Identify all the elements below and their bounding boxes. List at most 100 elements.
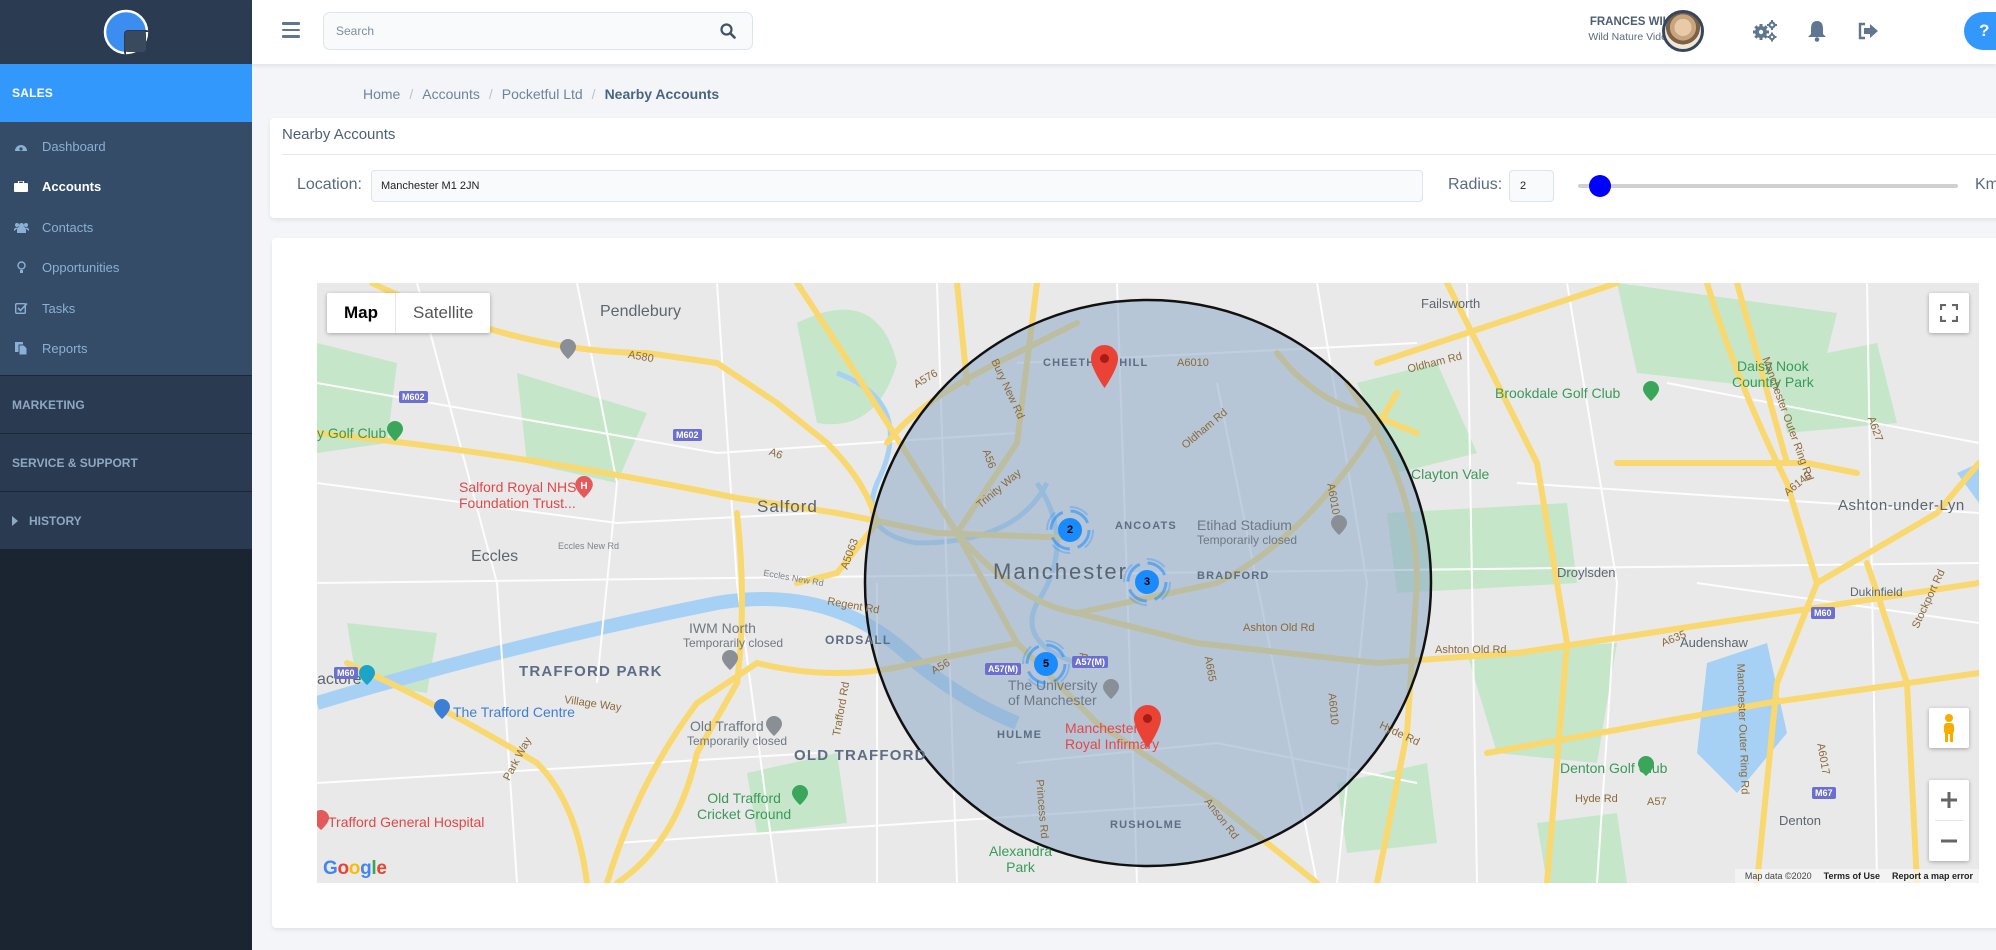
sidebar-item-label: Contacts [42,219,94,235]
map-label: Salford Royal NHS Foundation Trust... [459,479,577,511]
map-label: Temporarily closed [687,734,788,748]
account-marker[interactable] [1133,705,1161,748]
account-marker[interactable] [1090,345,1118,388]
hospital-pin-icon [317,810,329,830]
slider-thumb[interactable] [1589,175,1612,197]
sidebar-group-history[interactable]: HISTORY [0,491,252,549]
settings-icon[interactable] [1752,18,1778,44]
sidebar-item-tasks[interactable]: Tasks [0,288,252,329]
map-label: IWM North [689,620,756,636]
marker-cluster[interactable]: 2 [1046,506,1094,554]
map-label: Alexandra Park [989,843,1053,875]
map-label: Temporarily closed [1197,533,1298,547]
marker-cluster[interactable]: 5 [1022,640,1070,688]
location-input[interactable] [371,170,1423,202]
marker-cluster[interactable]: 3 [1123,558,1171,606]
map[interactable]: Park Golf Club Temporarily closed Pendle… [317,283,1979,883]
lightbulb-icon [12,261,30,275]
breadcrumb-separator: / [488,86,493,102]
cluster-count: 2 [1058,518,1082,542]
help-button[interactable]: ? [1964,12,1996,50]
sidebar-group-label: SERVICE & SUPPORT [12,455,138,470]
road-shield: M602 [673,429,702,441]
menu-icon[interactable] [282,22,300,38]
map-type-control: Map Satellite [327,293,491,333]
logo-icon[interactable] [102,8,150,56]
road-shield: M60 [334,667,358,679]
golf-pin-icon [1643,381,1659,401]
sidebar-item-reports[interactable]: Reports [0,329,252,370]
sidebar-item-opportunities[interactable]: Opportunities [0,248,252,289]
road-label: A6010 [1177,357,1209,369]
map-label: Ashton-under-Lyn [1838,497,1965,514]
sidebar-group-marketing[interactable]: MARKETING [0,375,252,433]
breadcrumb-home[interactable]: Home [363,86,400,102]
logout-icon[interactable] [1855,18,1881,44]
sidebar-section-sales[interactable]: SALES [0,64,252,122]
search-icon[interactable] [720,23,736,44]
slider-track [1578,184,1958,188]
breadcrumb-accounts[interactable]: Accounts [422,86,480,102]
map-label: TRAFFORD PARK [519,663,663,680]
map-label: ANCOATS [1115,520,1177,532]
breadcrumb-separator: / [409,86,414,102]
location-label: Location: [297,176,362,193]
golf-pin-icon [387,421,403,441]
breadcrumb: Home / Accounts / Pocketful Ltd / Nearby Ac… [363,86,719,102]
breadcrumb-separator: / [591,86,596,102]
map-label: Pendlebury [600,303,681,320]
zoom-out-button[interactable] [1929,821,1969,861]
fullscreen-button[interactable] [1929,293,1969,333]
sidebar-item-label: Dashboard [42,138,106,154]
breadcrumb-account[interactable]: Pocketful Ltd [502,86,583,102]
map-type-satellite[interactable]: Satellite [396,293,490,333]
page-title: Nearby Accounts [282,126,396,143]
radius-input[interactable] [1509,170,1554,202]
zoom-in-button[interactable] [1929,780,1969,820]
plus-icon [1941,792,1957,808]
road-shield: M60 [1811,607,1835,619]
map-type-map[interactable]: Map [327,293,396,333]
map-label: ORDSALL [825,633,892,647]
filter-card: Nearby Accounts Location: Radius: Km [270,118,1996,218]
briefcase-icon [12,180,30,194]
shopping-pin-icon [434,699,450,719]
street-view-button[interactable] [1929,708,1969,748]
search-input[interactable] [324,13,704,49]
university-pin-icon [1103,679,1119,699]
road-shield: A57(M) [985,663,1022,675]
cluster-count: 3 [1135,570,1159,594]
bell-icon[interactable] [1804,18,1830,44]
terms-link[interactable]: Terms of Use [1824,871,1880,881]
avatar[interactable] [1662,10,1704,52]
sidebar-item-accounts[interactable]: Accounts [0,167,252,208]
unit-label: Km [1975,176,1996,193]
map-label: Denton [1779,813,1821,828]
road-label: Ashton Old Rd [1243,622,1315,634]
top-bar: FRANCES WILD Wild Nature Videos ? [252,0,1996,64]
radius-slider[interactable] [1578,175,1958,197]
map-label: Droylsden [1557,565,1616,580]
map-label: y Golf Club [317,425,387,441]
caret-right-icon [12,515,18,526]
map-label: Temporarily closed [683,636,784,650]
sidebar-nav: Dashboard Accounts Contacts Opportunitie… [0,122,252,375]
sidebar-group-service-support[interactable]: SERVICE & SUPPORT [0,433,252,491]
stadium-pin-icon [1331,515,1347,535]
help-icon: ? [1979,21,1990,40]
sidebar-item-contacts[interactable]: Contacts [0,207,252,248]
stadium-pin-icon [766,716,782,736]
radius-label: Radius: [1448,176,1503,193]
minus-icon [1941,839,1957,843]
map-label: Etihad Stadium [1197,517,1292,533]
map-label: Salford [757,497,818,516]
zoom-control [1929,780,1969,861]
map-label: Old Trafford [690,718,764,734]
report-error-link[interactable]: Report a map error [1892,871,1973,881]
file-icon [12,342,30,356]
google-logo[interactable]: Google [323,858,387,880]
sidebar: SALES Dashboard Accounts Contacts Opport… [0,0,252,950]
sidebar-item-label: Opportunities [42,260,120,276]
sidebar-item-dashboard[interactable]: Dashboard [0,126,252,167]
road-shield: M602 [399,391,428,403]
